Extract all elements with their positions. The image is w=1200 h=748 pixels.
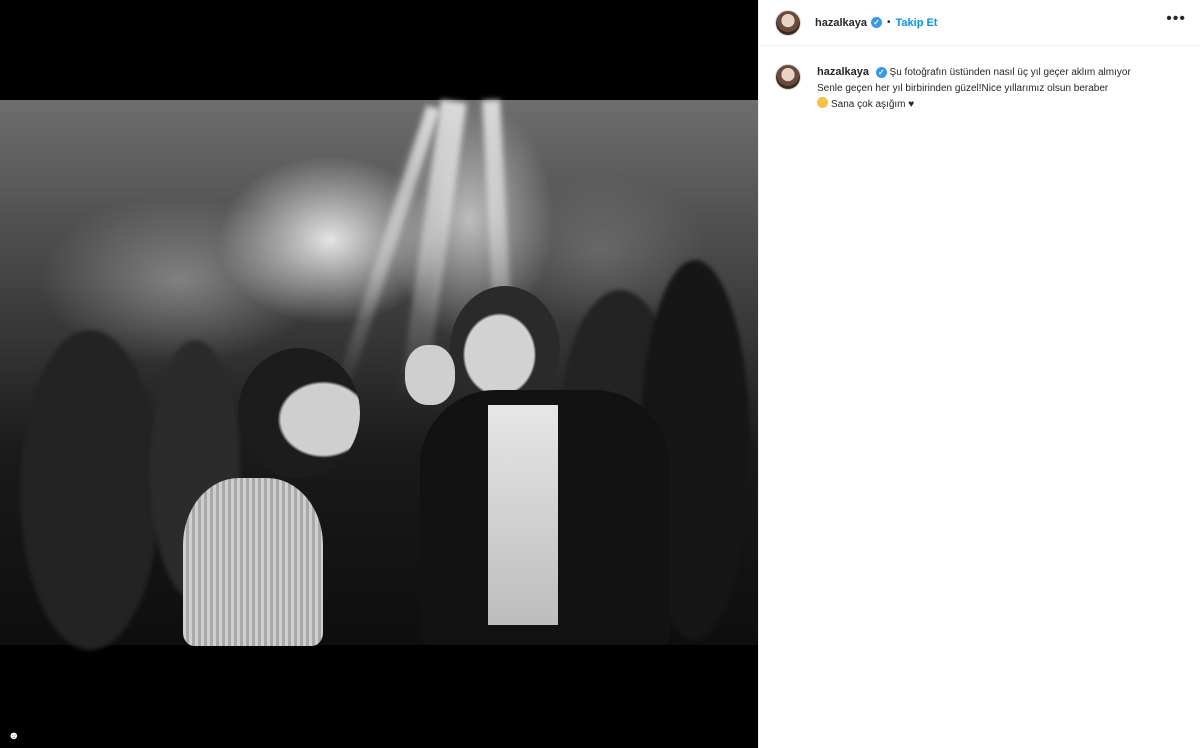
follow-button[interactable]: Takip Et [896,17,938,29]
media-panel: ☻ [0,0,758,748]
verified-badge-icon: ✓ [875,67,887,78]
crowd-figure [20,330,160,650]
caption-avatar[interactable] [775,64,801,90]
more-options-icon[interactable]: ••• [1166,10,1186,28]
caption-body: hazalkaya ✓ Şu fotoğrafın üstünden nasıl… [817,64,1188,113]
caption-username[interactable]: hazalkaya [817,66,869,78]
caption-line-2: Senle geçen her yıl birbirinden güzel!Ni… [817,83,1109,94]
caption-line-1: Şu fotoğrafın üstünden nasıl üç yıl geçe… [889,67,1131,78]
instagram-post-view: ☻ hazalkaya ✓ • Takip Et ••• hazalkaya ✓… [0,0,1200,748]
caption-row: hazalkaya ✓ Şu fotoğrafın üstünden nasıl… [759,46,1200,113]
post-header: hazalkaya ✓ • Takip Et ••• [759,0,1200,46]
separator-dot: • [886,17,891,28]
emoji-icon [817,97,828,108]
caption-line-3: Sana çok aşığım ♥ [831,99,915,110]
header-username[interactable]: hazalkaya [815,17,867,29]
user-tag-icon[interactable]: ☻ [8,730,20,742]
post-side-panel: hazalkaya ✓ • Takip Et ••• hazalkaya ✓ Ş… [758,0,1200,748]
avatar[interactable] [775,9,801,36]
verified-badge-icon: ✓ [870,17,882,28]
post-photo[interactable] [0,99,758,650]
